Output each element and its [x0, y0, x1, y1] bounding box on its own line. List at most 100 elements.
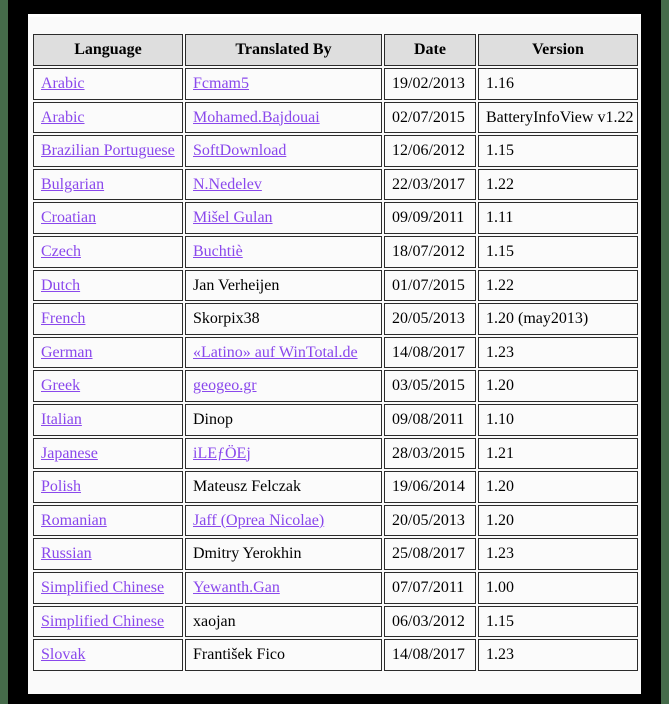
left-edge-strip: [0, 0, 8, 704]
cell-translated-by: xaojan: [185, 605, 382, 638]
cell-language-link[interactable]: French: [41, 310, 85, 327]
cell-language[interactable]: Russian: [33, 538, 183, 570]
cell-language[interactable]: Arabic: [33, 68, 183, 100]
browser-page: Language Translated By Date Version Arab…: [28, 14, 641, 694]
cell-language-link[interactable]: Simplified Chinese: [41, 613, 164, 630]
cell-translated-by[interactable]: iLEƒÖEj: [185, 437, 382, 470]
cell-version-text: 1.23: [486, 343, 514, 361]
cell-translated-by-link[interactable]: iLEƒÖEj: [193, 445, 251, 462]
cell-translated-by-link[interactable]: Fcmam5: [193, 75, 249, 92]
cell-translated-by[interactable]: Fcmam5: [185, 68, 382, 100]
cell-translated-by: Jan Verheijen: [185, 269, 382, 302]
cell-date-text: 14/08/2017: [392, 646, 465, 664]
cell-language[interactable]: Romanian: [33, 504, 183, 537]
cell-language-link[interactable]: Croatian: [41, 209, 96, 226]
cell-translated-by-text: Mateusz Felczak: [193, 478, 301, 496]
cell-translated-by[interactable]: Jaff (Oprea Nicolae): [185, 504, 382, 537]
cell-version-text: 1.20: [486, 478, 514, 496]
cell-translated-by[interactable]: Yewanth.Gan: [185, 571, 382, 604]
cell-version-text: 1.22: [486, 276, 514, 294]
cell-language[interactable]: French: [33, 303, 183, 335]
cell-date-text: 12/06/2012: [392, 142, 465, 160]
cell-version: 1.16: [478, 68, 638, 100]
cell-translated-by[interactable]: Mohamed.Bajdouai: [185, 101, 382, 134]
cell-version: 1.22: [478, 269, 638, 302]
cell-date-text: 06/03/2012: [392, 612, 465, 630]
cell-translated-by[interactable]: geogeo.gr: [185, 370, 382, 402]
cell-language[interactable]: Arabic: [33, 101, 183, 134]
cell-translated-by-link[interactable]: Mišel Gulan: [193, 209, 273, 226]
cell-language-link[interactable]: German: [41, 344, 93, 361]
cell-language[interactable]: Croatian: [33, 202, 183, 234]
cell-version-text: 1.23: [486, 646, 514, 664]
column-header-translated-by: Translated By: [185, 34, 382, 66]
cell-language-link[interactable]: Greek: [41, 377, 80, 394]
table-row: Polish Mateusz Felczak 19/06/2014 1.20: [33, 471, 638, 503]
table-row: Russian Dmitry Yerokhin 25/08/2017 1.23: [33, 538, 638, 570]
cell-language[interactable]: Simplified Chinese: [33, 571, 183, 604]
cell-version: 1.20: [478, 471, 638, 503]
cell-language-link[interactable]: Russian: [41, 545, 92, 562]
cell-date: 20/05/2013: [384, 504, 476, 537]
cell-date-text: 18/07/2012: [392, 242, 465, 260]
cell-language[interactable]: Slovak: [33, 639, 183, 671]
cell-date: 12/06/2012: [384, 135, 476, 167]
cell-version: 1.23: [478, 336, 638, 369]
cell-translated-by-link[interactable]: geogeo.gr: [193, 377, 257, 394]
cell-translated-by[interactable]: Mišel Gulan: [185, 202, 382, 234]
cell-language[interactable]: Brazilian Portuguese: [33, 135, 183, 167]
cell-language-link[interactable]: Simplified Chinese: [41, 579, 164, 596]
cell-date: 18/07/2012: [384, 235, 476, 268]
cell-language-link[interactable]: Slovak: [41, 646, 85, 663]
cell-version: 1.23: [478, 538, 638, 570]
cell-translated-by-link[interactable]: «Latino» auf WinTotal.de: [193, 344, 358, 361]
cell-language[interactable]: Italian: [33, 403, 183, 436]
cell-language-link[interactable]: Czech: [41, 243, 81, 260]
cell-language-link[interactable]: Romanian: [41, 512, 107, 529]
cell-date-text: 25/08/2017: [392, 545, 465, 563]
cell-language[interactable]: Japanese: [33, 437, 183, 470]
cell-language[interactable]: Czech: [33, 235, 183, 268]
cell-version: 1.15: [478, 605, 638, 638]
cell-language[interactable]: German: [33, 336, 183, 369]
cell-language-link[interactable]: Arabic: [41, 75, 85, 92]
cell-language-link[interactable]: Bulgarian: [41, 176, 104, 193]
cell-language[interactable]: Simplified Chinese: [33, 605, 183, 638]
cell-translated-by[interactable]: N.Nedelev: [185, 168, 382, 201]
cell-date-text: 14/08/2017: [392, 343, 465, 361]
table-header-row: Language Translated By Date Version: [33, 34, 638, 66]
cell-language-link[interactable]: Dutch: [41, 277, 80, 294]
cell-version-text: 1.15: [486, 242, 514, 260]
cell-language[interactable]: Bulgarian: [33, 168, 183, 201]
cell-date: 20/05/2013: [384, 303, 476, 335]
cell-translated-by-link[interactable]: SoftDownload: [193, 142, 286, 159]
table-row: Brazilian Portuguese SoftDownload 12/06/20…: [33, 135, 638, 167]
cell-language-link[interactable]: Polish: [41, 478, 81, 495]
cell-translated-by-link[interactable]: Buchtiè: [193, 243, 243, 260]
cell-language-link[interactable]: Italian: [41, 411, 82, 428]
table-row: Arabic Mohamed.Bajdouai 02/07/2015 BatteryI…: [33, 101, 638, 134]
cell-version: 1.23: [478, 639, 638, 671]
cell-translated-by-link[interactable]: Jaff (Oprea Nicolae): [193, 512, 324, 529]
cell-language-link[interactable]: Arabic: [41, 109, 85, 126]
cell-version-text: 1.21: [486, 444, 514, 462]
cell-language[interactable]: Polish: [33, 471, 183, 503]
cell-translated-by-link[interactable]: N.Nedelev: [193, 176, 262, 193]
cell-translated-by-link[interactable]: Mohamed.Bajdouai: [193, 109, 320, 126]
cell-version-text: 1.11: [486, 209, 514, 227]
cell-translated-by[interactable]: «Latino» auf WinTotal.de: [185, 336, 382, 369]
cell-language-link[interactable]: Brazilian Portuguese: [41, 142, 175, 159]
cell-translated-by-link[interactable]: Yewanth.Gan: [193, 579, 280, 596]
cell-translated-by: Mateusz Felczak: [185, 471, 382, 503]
cell-language[interactable]: Dutch: [33, 269, 183, 302]
cell-date: 06/03/2012: [384, 605, 476, 638]
cell-version-text: 1.22: [486, 175, 514, 193]
cell-translated-by[interactable]: Buchtiè: [185, 235, 382, 268]
cell-translated-by-text: Skorpix38: [193, 310, 260, 328]
cell-language-link[interactable]: Japanese: [41, 445, 98, 462]
cell-language[interactable]: Greek: [33, 370, 183, 402]
cell-translated-by-text: Dmitry Yerokhin: [193, 545, 302, 563]
cell-version-text: 1.16: [486, 75, 514, 92]
table-row: Czech Buchtiè 18/07/2012 1.15: [33, 235, 638, 268]
cell-translated-by[interactable]: SoftDownload: [185, 135, 382, 167]
